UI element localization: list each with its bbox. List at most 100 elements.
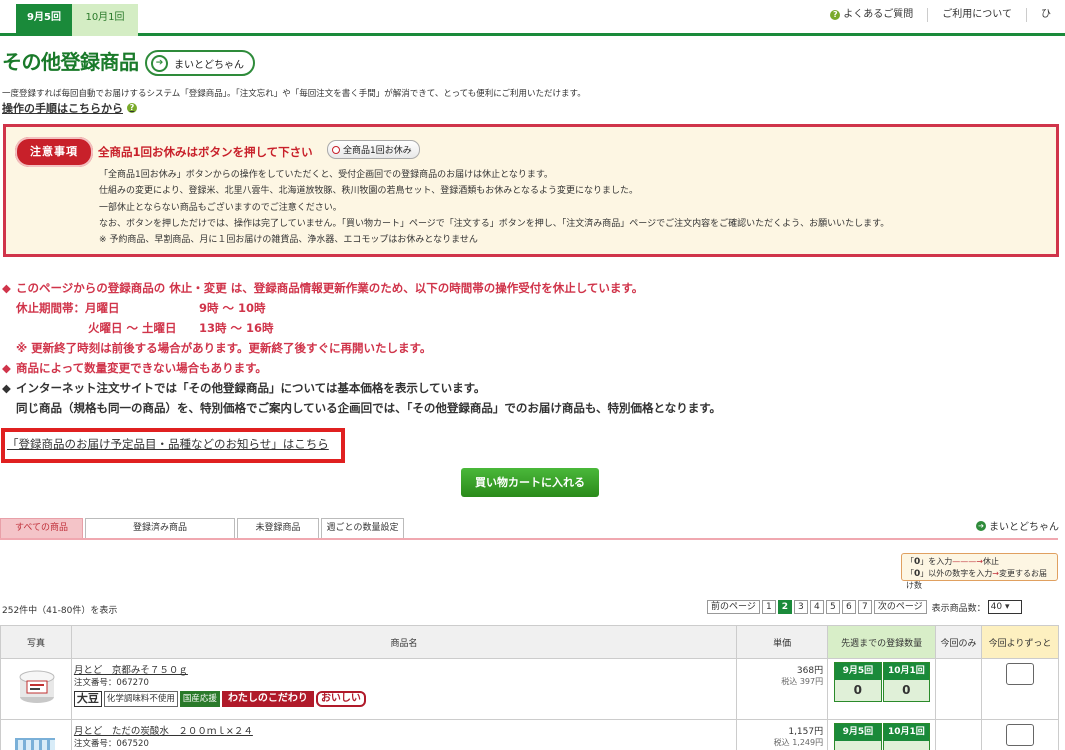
product-table: 写真 商品名 単価 先週までの登録数量 今回のみ 今回よりずっと 月とど 京都み…	[0, 625, 1059, 750]
legend-zero: 0	[914, 569, 921, 579]
notice-line: 仕組みの変更により、登録米、北里八雲牛、北海道放牧豚、秩川牧園の若鳥セット、登録…	[99, 186, 639, 197]
schedule-label: 火曜日 ～ 土曜日	[88, 321, 177, 335]
quantity-input[interactable]	[1006, 724, 1035, 746]
price-tax: 税込 397円	[781, 677, 824, 686]
notice-box: 注意事項 全商品1回お休みはボタンを押して下さい 全商品1回お休み 「全商品1回…	[3, 124, 1059, 257]
product-name-link[interactable]: 月とど ただの炭酸水 ２００ｍｌ×２４	[74, 723, 736, 737]
product-code: 注文番号：067520	[73, 739, 149, 749]
tab-unregistered[interactable]: 未登録商品	[237, 518, 319, 538]
arrow-right-icon: ➔	[151, 54, 168, 72]
oishii-badge: おいしい	[315, 691, 366, 707]
qty-value	[835, 741, 881, 750]
howto-link[interactable]: 操作の手順はこちらから ?	[2, 100, 137, 116]
question-icon: ?	[127, 103, 137, 113]
kodawari-badge: わたしのこだわり	[221, 691, 314, 707]
radio-dot-icon	[332, 145, 340, 154]
info-note: ※ 更新終了時刻は前後する場合があります。更新終了後すぐに再開いたします。	[16, 341, 432, 355]
tab-registered[interactable]: 登録済み商品	[85, 518, 235, 538]
add-to-cart-button[interactable]: 買い物カートに入れる	[461, 468, 599, 497]
page-button[interactable]: 3	[793, 600, 808, 614]
from-now-cell	[981, 658, 1059, 720]
schedule-time: 13時 ～ 16時	[199, 321, 274, 335]
top-bar: 9月5回 10月1回 ? よくあるご質問 ご利用について ひ	[0, 0, 1065, 36]
prev-page-button[interactable]: 前のページ	[707, 600, 760, 614]
qty-week-label: 9月5回	[835, 724, 881, 741]
soybean-badge: 大豆	[73, 691, 102, 707]
col-registered: 先週までの登録数量	[827, 625, 937, 659]
truncated-link[interactable]: ひ	[1026, 8, 1065, 22]
info-line: ◆ インターネット注文サイトでは「その他登録商品」については基本価格を表示していま…	[2, 378, 721, 398]
question-icon: ?	[830, 10, 841, 20]
perpage-control: 表示商品数： 40 ▾	[932, 600, 1022, 614]
perpage-select[interactable]: 40 ▾	[987, 600, 1022, 614]
next-page-button[interactable]: 次のページ	[873, 600, 927, 614]
table-row: 月とど 京都みそ７５０ｇ 注文番号：067270 大豆 化学調味料不使用 国産応…	[0, 658, 1059, 720]
faq-link[interactable]: ? よくあるご質問	[816, 8, 927, 22]
page-button[interactable]: 1	[761, 600, 776, 614]
once-cell	[935, 658, 983, 720]
usage-link[interactable]: ご利用について	[927, 8, 1026, 22]
schedule-link[interactable]: 「登録商品のお届け予定品目・品種などのお知らせ」はこちら	[7, 436, 329, 452]
page-button-current[interactable]: 2	[777, 600, 792, 614]
usage-link-label: ご利用について	[942, 9, 1012, 20]
product-tabs: すべての商品 登録済み商品 未登録商品 週ごとの数量設定	[0, 518, 404, 538]
result-count: 252件中（41-80件）を表示	[2, 606, 118, 616]
week-tab-next[interactable]: 10月1回	[72, 4, 138, 36]
sparkling-water-image[interactable]	[15, 732, 55, 750]
legend-zero: 0	[914, 557, 921, 567]
price-value: 1,157円	[788, 727, 824, 737]
qty-value: 0	[835, 680, 881, 701]
page-button[interactable]: 4	[809, 600, 824, 614]
notice-line: ※ 予約商品、早割商品、月に１回お届けの雑貨品、浄水器、エコモップはお休みとなり…	[99, 235, 478, 246]
qty-col: 9月5回 0	[834, 662, 882, 702]
page-title: その他登録商品	[2, 50, 139, 74]
input-legend: 「0」を入力———→休止 「0」以外の数字を入力→変更するお届け数	[901, 553, 1058, 590]
notice-line: なお、ボタンを押しただけでは、操作は完了していません。「買い物カート」ページで「…	[99, 218, 890, 229]
top-links: ? よくあるご質問 ご利用について ひ	[816, 8, 1065, 22]
qty-value: 0	[883, 680, 930, 701]
qty-box: 9月5回 10月1回	[834, 723, 931, 750]
info-line: ◆ このページからの登録商品の 休止・変更 は、登録商品情報更新作業のため、以下の…	[2, 278, 721, 298]
col-price: 単価	[736, 625, 829, 659]
pause-all-button[interactable]: 全商品1回お休み	[327, 140, 420, 159]
registered-qty-cell: 9月5回 0 10月1回 0	[827, 658, 937, 720]
col-from-now: 今回よりずっと	[981, 625, 1059, 659]
perpage-value: 40	[990, 602, 1003, 612]
info-text: インターネット注文サイトでは「その他登録商品」については基本価格を表示しています…	[16, 381, 486, 395]
howto-link-label: 操作の手順はこちらから	[2, 102, 123, 115]
mytodo-button-label: まいとどちゃん	[174, 59, 244, 71]
info-text: 同じ商品（規格も同一の商品）を、特別価格でご案内している企画回では、「その他登録…	[16, 401, 722, 415]
quantity-input[interactable]	[1006, 663, 1035, 685]
price-cell: 368円 税込 397円	[736, 658, 829, 720]
info-text: このページからの登録商品の 休止・変更 は、登録商品情報更新作業のため、以下の時…	[16, 281, 644, 295]
tab-all-products[interactable]: すべての商品	[0, 518, 83, 538]
miso-product-image[interactable]	[17, 667, 57, 707]
qty-week-label: 10月1回	[883, 663, 930, 680]
pause-all-button-label: 全商品1回お休み	[343, 146, 412, 156]
mytodo-link[interactable]: ➔ まいとどちゃん	[976, 518, 1059, 533]
info-section: ◆ このページからの登録商品の 休止・変更 は、登録商品情報更新作業のため、以下の…	[2, 278, 721, 418]
page-button[interactable]: 6	[841, 600, 856, 614]
mytodo-button[interactable]: ➔ まいとどちゃん	[145, 50, 255, 76]
schedule-row: 火曜日 ～ 土曜日 13時 ～ 16時	[2, 318, 721, 338]
tab-weekly-quantity[interactable]: 週ごとの数量設定	[321, 518, 404, 538]
mytodo-link-label: まいとどちゃん	[989, 522, 1059, 533]
page-button[interactable]: 7	[857, 600, 872, 614]
qty-col: 9月5回	[834, 723, 882, 750]
product-name-link[interactable]: 月とど 京都みそ７５０ｇ	[74, 662, 736, 676]
week-tab-current[interactable]: 9月5回	[16, 4, 72, 36]
qty-col: 10月1回 0	[882, 662, 931, 702]
legend-row: 「0」を入力———→休止	[906, 557, 999, 567]
arrow-icon: →	[992, 569, 999, 578]
page-button[interactable]: 5	[825, 600, 840, 614]
perpage-label: 表示商品数：	[931, 603, 986, 614]
price-value: 368円	[796, 666, 824, 676]
tabs-underline	[0, 538, 1058, 540]
arrow-right-icon: ➔	[976, 520, 986, 531]
qty-box: 9月5回 0 10月1回 0	[834, 662, 931, 702]
notice-line: 「全商品1回お休み」ボタンからの操作をしていただくと、受付企画回での登録商品のお…	[99, 170, 553, 180]
qty-value	[883, 741, 930, 750]
schedule-row: 休止期間帯：月曜日 9時 ～ 10時	[2, 298, 721, 318]
notice-lines: 「全商品1回お休み」ボタンからの操作をしていただくと、受付企画回での登録商品のお…	[99, 167, 889, 248]
schedule-time: 9時 ～ 10時	[199, 301, 266, 315]
